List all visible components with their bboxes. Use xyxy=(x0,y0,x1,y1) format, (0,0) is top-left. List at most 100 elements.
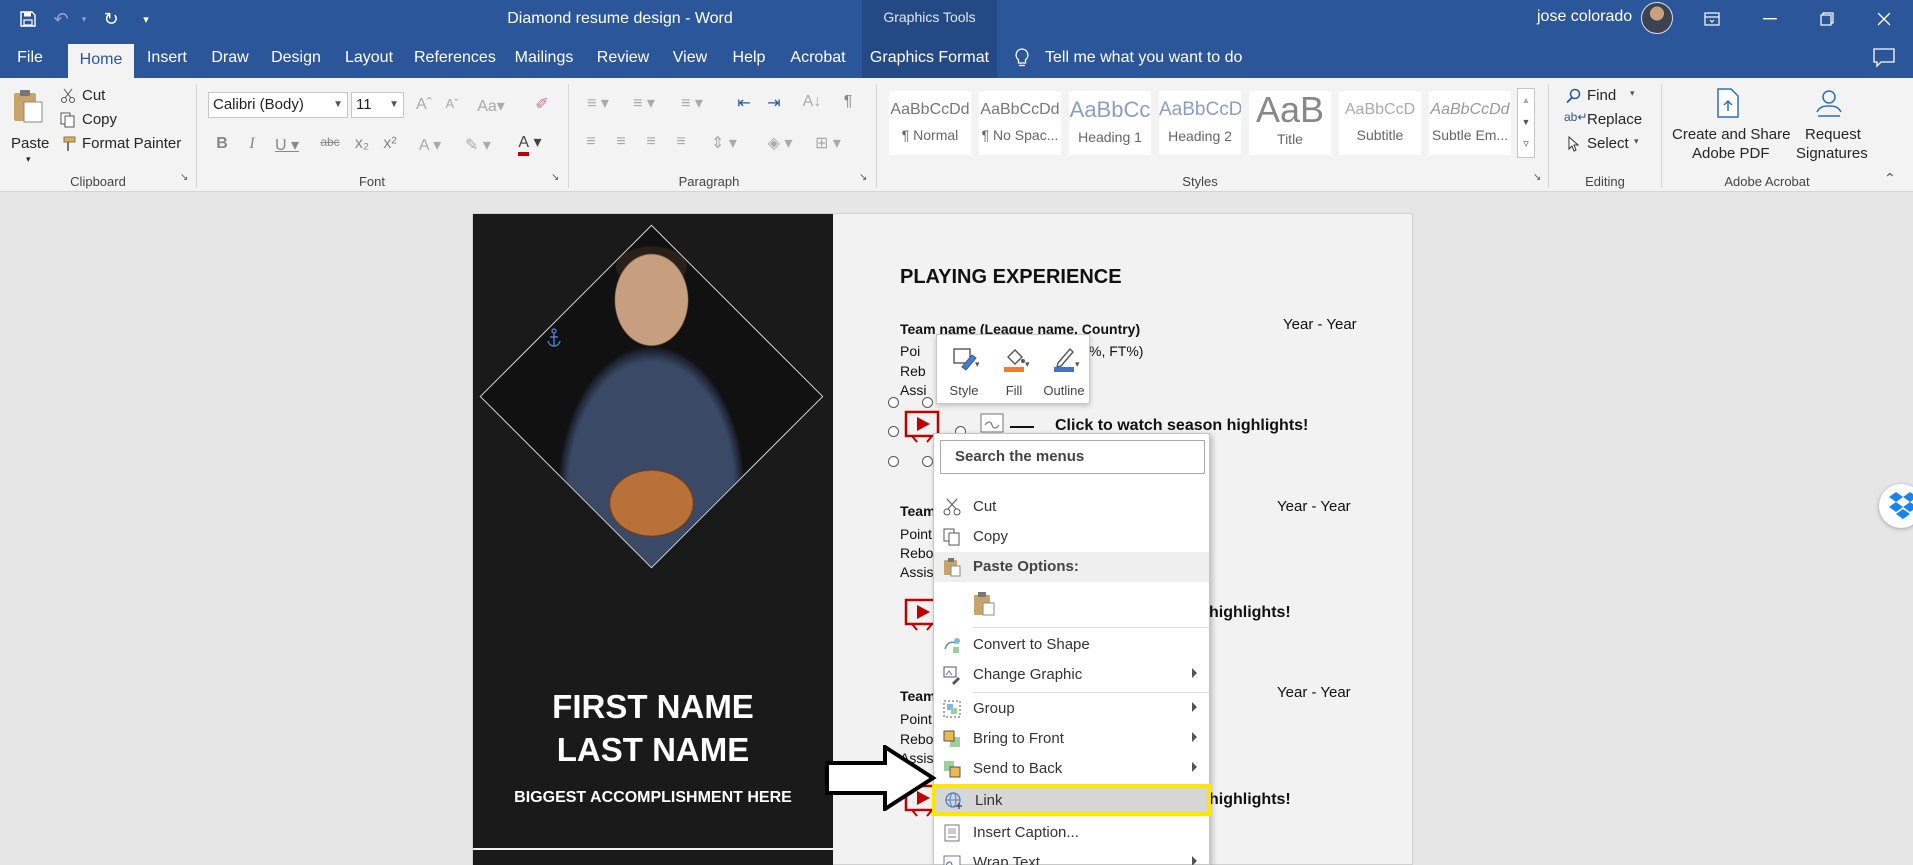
selection-handle[interactable] xyxy=(888,397,899,408)
menu-item-group[interactable]: Group xyxy=(934,694,1209,724)
style-heading-1[interactable]: AaBbCc Heading 1 xyxy=(1069,91,1151,155)
fill-button[interactable]: ▾ Fill xyxy=(989,335,1039,405)
tab-help[interactable]: Help xyxy=(728,38,770,78)
style-button[interactable]: ▾ Style xyxy=(939,335,989,405)
style-subtle-emphasis[interactable]: AaBbCcDd Subtle Em... xyxy=(1429,91,1511,155)
change-case-icon[interactable]: Aa▾ xyxy=(476,96,506,116)
avatar[interactable] xyxy=(1641,2,1673,34)
italic-icon[interactable]: I xyxy=(242,135,262,153)
tab-mailings[interactable]: Mailings xyxy=(512,38,576,78)
menu-item-link[interactable]: Link xyxy=(932,784,1211,816)
shrink-font-icon[interactable]: Aˇ xyxy=(440,96,464,111)
sort-icon[interactable]: A↓ xyxy=(798,93,826,111)
bullets-icon[interactable]: ≡ ▾ xyxy=(580,93,616,113)
tab-home[interactable]: Home xyxy=(68,44,134,78)
bold-icon[interactable]: B xyxy=(212,135,232,153)
cut-button[interactable]: Cut xyxy=(82,87,105,104)
menu-item-cut[interactable]: Cut xyxy=(934,492,1209,522)
shading-icon[interactable]: ◈ ▾ xyxy=(762,133,798,153)
styles-launcher-icon[interactable]: ↘ xyxy=(1533,172,1541,183)
menu-search-input[interactable]: Search the menus xyxy=(940,440,1205,474)
select-dropdown-icon[interactable]: ▾ xyxy=(1634,136,1639,147)
user-name[interactable]: jose colorado xyxy=(1537,8,1632,26)
increase-indent-icon[interactable]: ⇥ xyxy=(762,93,786,113)
create-share-pdf-button[interactable]: Create and Share Adobe PDF xyxy=(1668,82,1790,170)
tab-view[interactable]: View xyxy=(668,38,712,78)
paste-button[interactable]: Paste ▾ xyxy=(6,84,50,168)
tab-review[interactable]: Review xyxy=(594,38,652,78)
replace-button[interactable]: Replace xyxy=(1587,111,1642,128)
clipboard-launcher-icon[interactable]: ↘ xyxy=(180,172,188,183)
selection-handle[interactable] xyxy=(888,456,899,467)
font-launcher-icon[interactable]: ↘ xyxy=(551,172,559,183)
ribbon-display-options-icon[interactable] xyxy=(1689,0,1735,38)
highlights-link-text[interactable]: highlights! xyxy=(1209,791,1291,809)
font-color-icon[interactable]: A ▾ xyxy=(512,132,548,156)
format-painter-button[interactable]: Format Painter xyxy=(82,135,181,152)
selection-handle[interactable] xyxy=(922,397,933,408)
select-button[interactable]: Select xyxy=(1587,135,1629,152)
menu-item-insert-caption[interactable]: Insert Caption... xyxy=(934,818,1209,848)
dropbox-icon[interactable] xyxy=(1879,484,1913,528)
tab-insert[interactable]: Insert xyxy=(142,38,192,78)
tab-file[interactable]: File xyxy=(8,38,52,78)
style-subtitle[interactable]: AaBbCcD Subtitle xyxy=(1339,91,1421,155)
request-signatures-button[interactable]: Request Signatures xyxy=(1790,82,1868,170)
menu-item-change-graphic[interactable]: Change Graphic xyxy=(934,660,1209,690)
menu-item-copy[interactable]: Copy xyxy=(934,522,1209,552)
close-icon[interactable] xyxy=(1861,0,1907,38)
tab-acrobat[interactable]: Acrobat xyxy=(786,38,850,78)
tell-me-search[interactable]: Tell me what you want to do xyxy=(1045,38,1242,78)
tab-design[interactable]: Design xyxy=(268,38,324,78)
menu-item-wrap-text[interactable]: Wrap Text xyxy=(934,848,1209,865)
justify-icon[interactable]: ≡ xyxy=(670,133,692,151)
tab-references[interactable]: References xyxy=(414,38,496,78)
layout-options-icon[interactable] xyxy=(980,413,1004,433)
text-effects-icon[interactable]: A ▾ xyxy=(414,135,446,155)
scroll-down-icon[interactable]: ▼ xyxy=(1518,111,1534,133)
font-size-combo[interactable]: 11 ▼ xyxy=(351,92,404,118)
style-title[interactable]: AaB Title xyxy=(1249,89,1331,155)
strikethrough-icon[interactable]: abc xyxy=(318,135,342,149)
clear-formatting-icon[interactable]: ✐ xyxy=(530,94,554,114)
paste-option-keep-format[interactable] xyxy=(934,584,1209,624)
comments-icon[interactable] xyxy=(1873,48,1895,68)
highlight-color-icon[interactable]: ✎ ▾ xyxy=(460,135,496,155)
grow-font-icon[interactable]: Aˆ xyxy=(412,96,436,114)
find-dropdown-icon[interactable]: ▾ xyxy=(1630,88,1635,99)
multilevel-list-icon[interactable]: ≡ ▾ xyxy=(674,93,710,113)
underline-icon[interactable]: U ▾ xyxy=(272,135,302,155)
collapse-ribbon-icon[interactable]: ⌃ xyxy=(1884,170,1896,187)
tab-layout[interactable]: Layout xyxy=(342,38,396,78)
minimize-icon[interactable] xyxy=(1747,0,1793,38)
copy-button[interactable]: Copy xyxy=(82,111,117,128)
restore-icon[interactable] xyxy=(1804,0,1850,38)
style-heading-2[interactable]: AaBbCcD Heading 2 xyxy=(1159,91,1241,155)
borders-icon[interactable]: ⊞ ▾ xyxy=(810,133,846,153)
menu-item-bring-to-front[interactable]: Bring to Front xyxy=(934,724,1209,754)
menu-item-convert-to-shape[interactable]: Convert to Shape xyxy=(934,630,1209,660)
tab-graphics-format[interactable]: Graphics Format xyxy=(862,38,997,78)
subscript-icon[interactable]: x₂ xyxy=(350,135,374,153)
outline-button[interactable]: ▾ Outline xyxy=(1039,335,1089,405)
styles-scroll[interactable]: ▲ ▼ ▿ xyxy=(1517,88,1535,158)
selection-handle[interactable] xyxy=(888,426,899,437)
decrease-indent-icon[interactable]: ⇤ xyxy=(732,93,756,113)
tab-draw[interactable]: Draw xyxy=(206,38,254,78)
style-normal[interactable]: AaBbCcDd ¶ Normal xyxy=(889,91,971,155)
numbering-icon[interactable]: ≡ ▾ xyxy=(626,93,662,113)
find-button[interactable]: Find xyxy=(1587,87,1616,104)
style-no-spacing[interactable]: AaBbCcDd ¶ No Spac... xyxy=(979,91,1061,155)
scroll-up-icon[interactable]: ▲ xyxy=(1518,89,1534,111)
more-styles-icon[interactable]: ▿ xyxy=(1518,133,1534,155)
show-formatting-icon[interactable]: ¶ xyxy=(836,93,860,111)
menu-item-send-to-back[interactable]: Send to Back xyxy=(934,754,1209,784)
highlights-link-text[interactable]: highlights! xyxy=(1209,604,1291,622)
align-left-icon[interactable]: ≡ xyxy=(580,133,602,151)
selection-handle[interactable] xyxy=(922,456,933,467)
superscript-icon[interactable]: x² xyxy=(378,135,402,153)
line-spacing-icon[interactable]: ⇕ ▾ xyxy=(706,133,742,153)
align-right-icon[interactable]: ≡ xyxy=(640,133,662,151)
align-center-icon[interactable]: ≡ xyxy=(610,133,632,151)
font-name-combo[interactable]: Calibri (Body) ▼ xyxy=(208,92,348,118)
